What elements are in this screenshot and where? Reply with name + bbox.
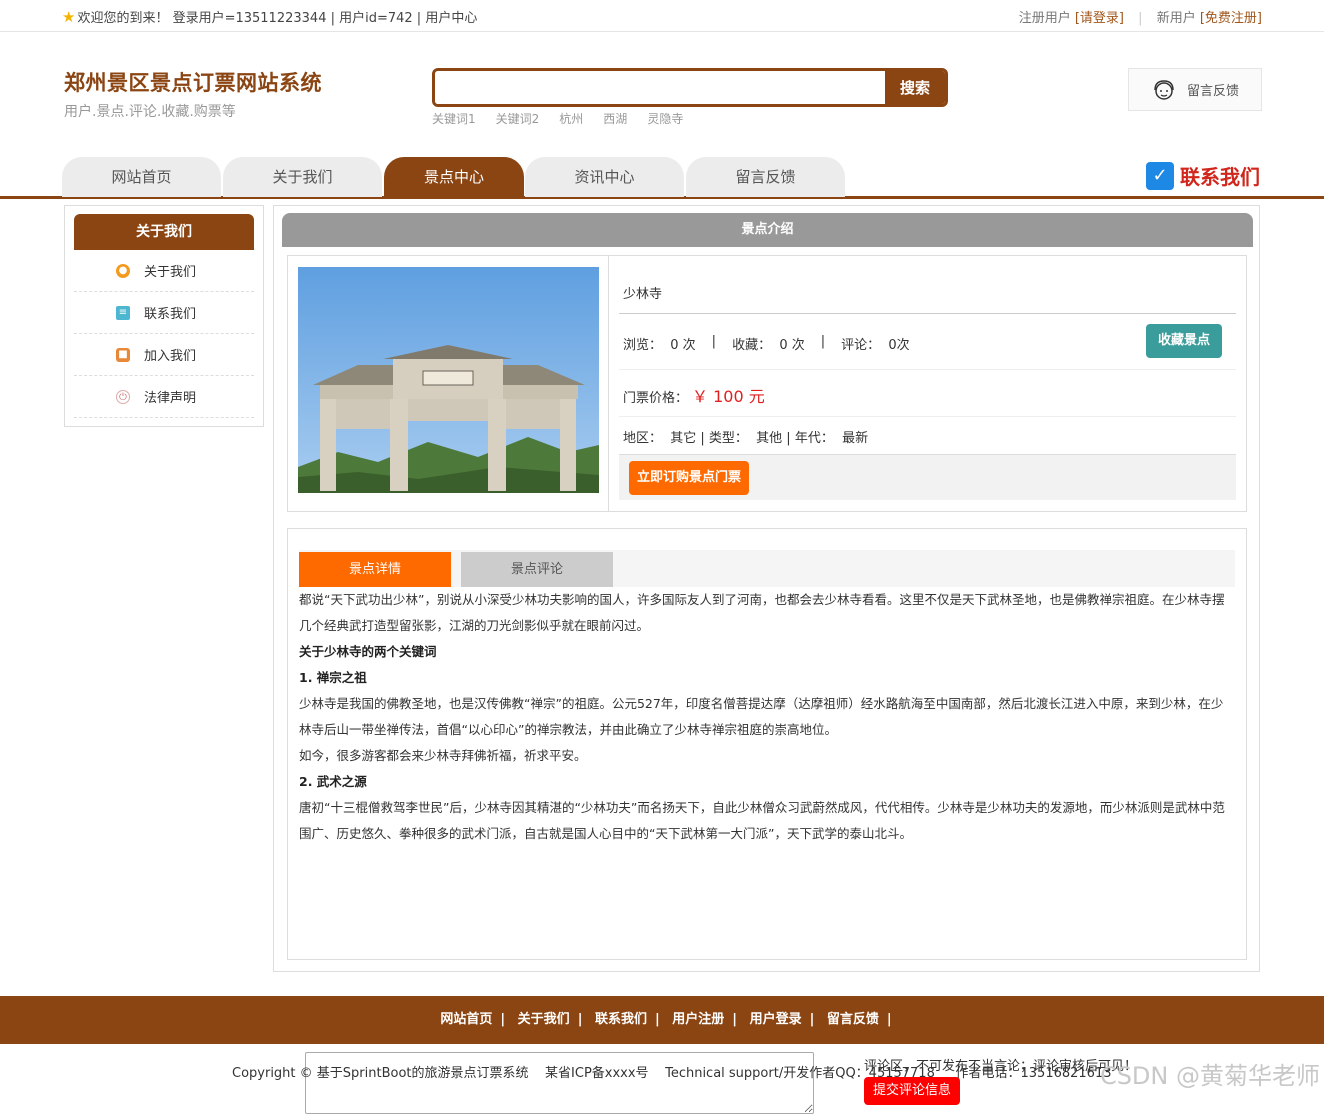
attraction-photo: [298, 267, 599, 493]
keyword-link[interactable]: 西湖: [603, 110, 627, 127]
attraction-attributes: 地区： 其它 | 类型： 其他 | 年代： 最新: [623, 431, 869, 446]
attraction-stats: 浏览： 0 次 | 收藏： 0 次 | 评论： 0次: [623, 334, 910, 353]
nav-tab-attractions[interactable]: 景点中心: [384, 157, 524, 197]
site-subtitle: 用户.景点.评论.收藏.购票等: [64, 104, 236, 120]
footer-link-register[interactable]: 用户注册: [672, 1012, 724, 1027]
collect-attraction-button[interactable]: 收藏景点: [1146, 324, 1222, 358]
buy-bar: 立即订购景点门票: [619, 454, 1236, 500]
clipboard-icon: ≡: [116, 305, 130, 320]
paragraph: 如今，很多游客都会来少林寺拜佛祈福，祈求平安。: [299, 748, 587, 763]
sidebar-item-label: 法律声明: [144, 391, 197, 406]
footer-link-contact[interactable]: 联系我们: [595, 1012, 647, 1027]
contact-us-label: 联系我们: [1180, 165, 1260, 189]
welcome-area: ★ 欢迎您的到来！ 登录用户=13511223344 | 用户id=742 | …: [62, 7, 478, 27]
sidebar-item-label: 联系我们: [144, 307, 197, 322]
nav-tab-news[interactable]: 资讯中心: [525, 157, 684, 197]
heading: 1. 禅宗之祖: [299, 670, 367, 685]
main-nav: 网站首页 关于我们 景点中心 资讯中心 留言反馈: [0, 155, 1324, 199]
main-content: 景点介绍 少林寺 浏览： 0 次 | 收藏： 0 次 | 评论： 0次 收藏景点…: [273, 205, 1260, 1114]
section-header: 景点介绍: [282, 213, 1253, 247]
site-title: 郑州景区景点订票网站系统: [64, 71, 322, 95]
attraction-info: 少林寺 浏览： 0 次 | 收藏： 0 次 | 评论： 0次 收藏景点 门票价格…: [287, 255, 1247, 512]
new-user-label: 新用户: [1156, 11, 1196, 26]
keyword-link[interactable]: 关键词2: [496, 110, 540, 127]
contact-us-link[interactable]: ✓ 联系我们: [1146, 161, 1260, 190]
keyword-link[interactable]: 杭州: [559, 110, 583, 127]
sidebar: 关于我们 ● 关于我们 ≡ 联系我们 ■ 加入我们 ⏻ 法律声明: [64, 205, 264, 427]
star-icon: ★: [62, 7, 76, 26]
price-value: ￥ 100 元: [692, 387, 765, 406]
comment-count: 评论： 0次: [841, 338, 910, 353]
tab-detail[interactable]: 景点详情: [299, 552, 451, 587]
detail-text: 都说“天下武功出少林”，别说从小深受少林功夫影响的国人，许多国际友人到了河南，也…: [299, 587, 1235, 847]
paragraph: 少林寺是我国的佛教圣地，也是汉传佛教“禅宗”的祖庭。公元527年，印度名僧菩提达…: [299, 696, 1224, 737]
auth-links: 注册用户 [请登录] | 新用户 [免费注册]: [1018, 11, 1262, 26]
sidebar-header: 关于我们: [74, 214, 254, 250]
paragraph: 唐初“十三棍僧救驾李世民”后，少林寺因其精湛的“少林功夫”而名扬天下，自此少林僧…: [299, 800, 1225, 841]
top-bar: ★ 欢迎您的到来！ 登录用户=13511223344 | 用户id=742 | …: [0, 0, 1324, 32]
attraction-detail: 景点详情 景点评论 都说“天下武功出少林”，别说从小深受少林功夫影响的国人，许多…: [287, 528, 1247, 1114]
sidebar-item-label: 关于我们: [144, 265, 197, 280]
checkmark-icon: ✓: [1146, 161, 1174, 190]
footer-nav: 网站首页 | 关于我们 | 联系我们 | 用户注册 | 用户登录 | 留言反馈 |: [0, 996, 1324, 1044]
footer-link-feedback[interactable]: 留言反馈: [827, 1012, 879, 1027]
footer-link-login[interactable]: 用户登录: [750, 1012, 802, 1027]
favorite-count: 收藏： 0 次: [732, 338, 805, 353]
search-box: 搜索: [432, 68, 948, 107]
site-brand[interactable]: 郑州景区景点订票网站系统 用户.景点.评论.收藏.购票等: [64, 67, 322, 121]
view-count: 浏览： 0 次: [623, 338, 696, 353]
watermark: CSDN @黄菊华老师: [1099, 1062, 1320, 1090]
lock-icon: ■: [116, 347, 130, 362]
keyword-link[interactable]: 关键词1: [432, 110, 476, 127]
about-icon: ●: [116, 263, 130, 278]
keyword-link[interactable]: 灵隐寺: [647, 110, 683, 127]
sidebar-item-join[interactable]: ■ 加入我们: [74, 334, 254, 376]
tab-comments[interactable]: 景点评论: [461, 552, 613, 587]
sidebar-item-about[interactable]: ● 关于我们: [74, 250, 254, 292]
heading: 关于少林寺的两个关键词: [299, 644, 437, 659]
sidebar-item-label: 加入我们: [144, 349, 197, 364]
footer-link-home[interactable]: 网站首页: [440, 1012, 492, 1027]
welcome-text: 欢迎您的到来！ 登录用户=13511223344 | 用户id=742 | 用户…: [77, 11, 478, 26]
nav-tab-about[interactable]: 关于我们: [223, 157, 382, 197]
buy-ticket-button[interactable]: 立即订购景点门票: [629, 461, 749, 495]
ticket-price: 门票价格： ￥ 100 元: [623, 383, 765, 407]
heading: 2. 武术之源: [299, 774, 367, 789]
hot-keywords: 关键词1 关键词2 杭州 西湖 灵隐寺: [432, 110, 683, 127]
paragraph: 都说“天下武功出少林”，别说从小深受少林功夫影响的国人，许多国际友人到了河南，也…: [299, 592, 1225, 633]
feedback-button[interactable]: 留言反馈: [1128, 68, 1262, 111]
login-link[interactable]: [请登录]: [1075, 11, 1124, 26]
sidebar-item-legal[interactable]: ⏻ 法律声明: [74, 376, 254, 418]
register-user-label: 注册用户: [1018, 11, 1071, 26]
power-icon: ⏻: [116, 389, 130, 404]
feedback-label: 留言反馈: [1187, 84, 1240, 99]
attraction-name: 少林寺: [623, 287, 663, 302]
search-input[interactable]: [435, 71, 885, 104]
sidebar-item-contact[interactable]: ≡ 联系我们: [74, 292, 254, 334]
submit-comment-button[interactable]: 提交评论信息: [864, 1077, 960, 1105]
free-register-link[interactable]: [免费注册]: [1200, 11, 1262, 26]
detail-tabs: 景点详情 景点评论: [299, 550, 1235, 587]
nav-tab-home[interactable]: 网站首页: [62, 157, 221, 197]
nav-tab-feedback[interactable]: 留言反馈: [686, 157, 845, 197]
price-label: 门票价格：: [623, 391, 689, 406]
support-agent-icon: [1154, 79, 1174, 100]
search-button[interactable]: 搜索: [885, 71, 945, 104]
footer-link-about[interactable]: 关于我们: [518, 1012, 570, 1027]
